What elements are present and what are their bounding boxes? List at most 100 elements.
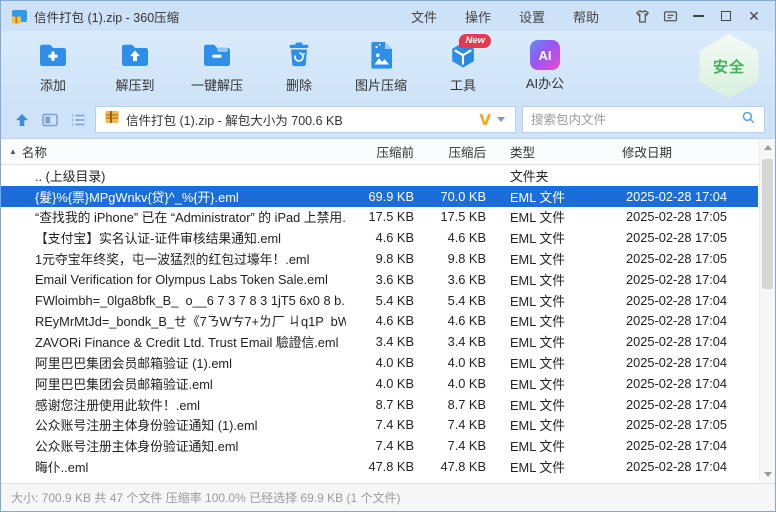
file-type-cell: EML 文件 [496, 353, 616, 372]
up-directory-icon[interactable] [11, 109, 33, 131]
column-header-date[interactable]: 修改日期 [616, 139, 758, 164]
modified-date-cell: 2025-02-28 17:04 [616, 272, 758, 287]
size-after-cell: 3.4 KB [424, 334, 496, 349]
tools-button[interactable]: New 工具 [425, 35, 501, 97]
scroll-up-icon[interactable] [760, 140, 775, 155]
scroll-down-icon[interactable] [760, 467, 775, 482]
mail-file-icon [15, 272, 29, 286]
security-shield-badge[interactable]: 安全 [697, 34, 761, 98]
file-name-cell: 1元夺宝年终奖，屯一波猛烈的红包过壕年！.eml [1, 249, 346, 268]
size-after-cell: 4.6 KB [424, 313, 496, 328]
file-name-cell: REyMrMtJd=_bondk_B_せ《7ㄋWㄘ7+ㄌ厂 ㄐq1P bWtㄅ.… [1, 311, 346, 330]
minimize-button[interactable] [685, 5, 711, 27]
size-before-cell: 4.6 KB [346, 313, 424, 328]
menu-item-file[interactable]: 文件 [399, 4, 449, 29]
new-badge: New [459, 34, 491, 48]
file-type-cell: EML 文件 [496, 228, 616, 247]
table-row[interactable]: “查找我的 iPhone” 已在 “Administrator” 的 iPad … [1, 207, 758, 228]
table-row[interactable]: 【支付宝】实名认证-证件审核结果通知.eml 4.6 KB 4.6 KB EML… [1, 227, 758, 248]
toolbar-label: 一键解压 [191, 75, 243, 94]
modified-date-cell: 2025-02-28 17:04 [616, 397, 758, 412]
size-after-cell: 70.0 KB [424, 189, 496, 204]
file-name: 晦仆..eml [35, 457, 88, 476]
file-name-cell: Email Verification for Olympus Labs Toke… [1, 272, 346, 287]
table-row[interactable]: 1元夺宝年终奖，屯一波猛烈的红包过壕年！.eml 9.8 KB 9.8 KB E… [1, 248, 758, 269]
status-bar: 大小: 700.9 KB 共 47 个文件 压缩率 100.0% 已经选择 69… [1, 483, 775, 511]
table-row[interactable]: 阿里巴巴集团会员邮箱验证 (1).eml 4.0 KB 4.0 KB EML 文… [1, 352, 758, 373]
feedback-icon[interactable] [657, 5, 683, 27]
table-row[interactable]: .. (上级目录) 文件夹 [1, 165, 758, 186]
image-compress-icon [364, 38, 398, 72]
table-row[interactable]: 感谢您注册使用此软件！.eml 8.7 KB 8.7 KB EML 文件 202… [1, 394, 758, 415]
file-name-cell: 【支付宝】实名认证-证件审核结果通知.eml [1, 228, 346, 247]
toolbar-label: 添加 [40, 75, 66, 94]
table-row[interactable]: {髮}%{票}MPgWnkv{贷}^_%{开}.eml 69.9 KB 70.0… [1, 186, 758, 207]
file-name-cell: 公众账号注册主体身份验证通知 (1).eml [1, 415, 346, 434]
address-path-text: 信件打包 (1).zip - 解包大小为 700.6 KB [126, 110, 473, 129]
ai-office-icon: AI [530, 40, 560, 70]
modified-date-cell: 2025-02-28 17:04 [616, 438, 758, 453]
file-name: REyMrMtJd=_bondk_B_せ《7ㄋWㄘ7+ㄌ厂 ㄐq1P bWtㄅ.… [35, 311, 346, 330]
file-name: .. (上级目录) [35, 166, 105, 185]
column-header-before[interactable]: 压缩前 [346, 139, 424, 164]
file-type-cell: EML 文件 [496, 187, 616, 206]
search-icon[interactable] [741, 110, 756, 130]
file-name-cell: FWloimbh=_0lga8bfk_B_ o__6 7 3 7 8 3 1jT… [1, 293, 346, 308]
ai-office-button[interactable]: AI AI办公 [507, 35, 583, 97]
mail-file-icon [15, 189, 29, 203]
size-after-cell: 3.6 KB [424, 272, 496, 287]
image-compress-button[interactable]: 图片压缩 [343, 35, 419, 97]
toolbar-label: 图片压缩 [355, 75, 407, 94]
file-name-cell: .. (上级目录) [1, 166, 346, 185]
scrollbar-thumb[interactable] [762, 159, 773, 289]
maximize-button[interactable] [713, 5, 739, 27]
address-input[interactable]: 信件打包 (1).zip - 解包大小为 700.6 KB V [95, 106, 516, 133]
file-name-cell: 感谢您注册使用此软件！.eml [1, 395, 346, 414]
size-after-cell: 17.5 KB [424, 209, 496, 224]
scrollbar[interactable] [759, 140, 775, 482]
modified-date-cell: 2025-02-28 17:04 [616, 376, 758, 391]
size-before-cell: 3.4 KB [346, 334, 424, 349]
mail-file-icon [15, 439, 29, 453]
add-button[interactable]: 添加 [15, 35, 91, 97]
file-name-cell: 晦仆..eml [1, 457, 346, 476]
skin-theme-icon[interactable] [629, 5, 655, 27]
file-name: 1元夺宝年终奖，屯一波猛烈的红包过壕年！.eml [35, 249, 309, 268]
size-before-cell: 17.5 KB [346, 209, 424, 224]
mail-file-icon [15, 210, 29, 224]
table-row[interactable]: FWloimbh=_0lga8bfk_B_ o__6 7 3 7 8 3 1jT… [1, 290, 758, 311]
delete-button[interactable]: 删除 [261, 35, 337, 97]
menu-item-settings[interactable]: 设置 [507, 4, 557, 29]
title-bar: 信件打包 (1).zip - 360压缩 文件 操作 设置 帮助 ✕ [1, 1, 775, 31]
menu-item-help[interactable]: 帮助 [561, 4, 611, 29]
extract-to-button[interactable]: 解压到 [97, 35, 173, 97]
table-row[interactable]: ZAVORi Finance & Credit Ltd. Trust Email… [1, 331, 758, 352]
column-header-after[interactable]: 压缩后 [424, 139, 496, 164]
size-after-cell: 5.4 KB [424, 293, 496, 308]
delete-trash-icon [282, 38, 316, 72]
search-input[interactable] [531, 113, 741, 127]
table-row[interactable]: 阿里巴巴集团会员邮箱验证.eml 4.0 KB 4.0 KB EML 文件 20… [1, 373, 758, 394]
toolbar: 添加 解压到 一键解压 删除 图片压缩 New [1, 31, 775, 101]
list-view-icon[interactable] [67, 109, 89, 131]
file-name: 感谢您注册使用此软件！.eml [35, 395, 200, 414]
table-row[interactable]: 公众账号注册主体身份验证通知 (1).eml 7.4 KB 7.4 KB EML… [1, 415, 758, 436]
close-button[interactable]: ✕ [741, 5, 767, 27]
column-header-name[interactable]: ▲ 名称 [1, 139, 346, 164]
column-header-type[interactable]: 类型 [496, 139, 616, 164]
vip-dropdown[interactable]: V [479, 111, 507, 129]
size-after-cell: 8.7 KB [424, 397, 496, 412]
menu-item-action[interactable]: 操作 [453, 4, 503, 29]
one-key-extract-button[interactable]: 一键解压 [179, 35, 255, 97]
table-row[interactable]: 晦仆..eml 47.8 KB 47.8 KB EML 文件 2025-02-2… [1, 456, 758, 477]
status-text: 大小: 700.9 KB 共 47 个文件 压缩率 100.0% 已经选择 69… [11, 489, 400, 506]
table-row[interactable]: REyMrMtJd=_bondk_B_せ《7ㄋWㄘ7+ㄌ厂 ㄐq1P bWtㄅ.… [1, 311, 758, 332]
window-title: 信件打包 (1).zip - 360压缩 [34, 7, 179, 26]
scrollbar-track[interactable] [760, 155, 775, 467]
file-name: 【支付宝】实名认证-证件审核结果通知.eml [35, 228, 281, 247]
table-row[interactable]: 公众账号注册主体身份验证通知.eml 7.4 KB 7.4 KB EML 文件 … [1, 435, 758, 456]
file-type-cell: EML 文件 [496, 207, 616, 226]
modified-date-cell: 2025-02-28 17:04 [616, 293, 758, 308]
preview-pane-icon[interactable] [39, 109, 61, 131]
table-row[interactable]: Email Verification for Olympus Labs Toke… [1, 269, 758, 290]
